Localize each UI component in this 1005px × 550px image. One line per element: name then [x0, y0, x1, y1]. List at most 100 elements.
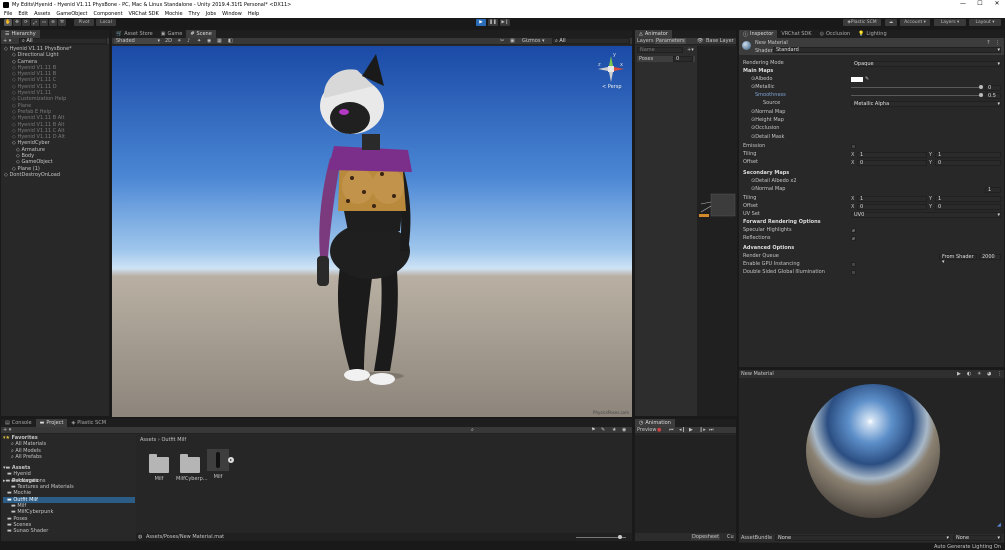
hand-tool-button[interactable]: ✋	[4, 19, 12, 26]
menu-window[interactable]: Window	[222, 11, 242, 17]
minimize-button[interactable]: —	[955, 0, 971, 10]
offset2-x-field[interactable]: 0	[857, 204, 927, 210]
detail-mask-label[interactable]: ⊙Detail Mask	[751, 134, 784, 141]
parameters-tab[interactable]: Parameters	[655, 38, 686, 44]
prev-key-icon[interactable]: ◂❙	[679, 427, 686, 433]
add-parameter-button[interactable]: +▾	[687, 47, 694, 53]
normal-map-label[interactable]: ⊙Normal Map	[751, 109, 785, 116]
offset2-y-field[interactable]: 0	[935, 204, 1001, 210]
tiling2-y-field[interactable]: 1	[935, 196, 1001, 202]
height-map-label[interactable]: ⊙Height Map	[751, 117, 784, 124]
menu-jobs[interactable]: Jobs	[206, 11, 216, 17]
albedo-color-swatch[interactable]	[851, 77, 863, 82]
plastic-scm-button[interactable]: ◈ Plastic SCM	[843, 19, 881, 26]
audio-toggle-icon[interactable]: ♪	[187, 38, 190, 44]
anim-play-icon[interactable]: ▶	[689, 427, 693, 433]
gizmos-dropdown[interactable]: Gizmos ▾	[522, 38, 545, 44]
record-button-icon[interactable]: ●	[657, 427, 661, 433]
breadcrumb-outfit-milf[interactable]: Outfit Milf	[161, 437, 186, 443]
smoothness-value[interactable]: 0.5	[985, 93, 1001, 99]
preview-shape-icon[interactable]: ☀	[977, 371, 981, 377]
layout-dropdown[interactable]: Layout ▾	[969, 19, 1001, 26]
gpu-instancing-checkbox[interactable]	[851, 262, 856, 267]
breadcrumb-assets[interactable]: Assets	[140, 437, 156, 443]
favorite-icon[interactable]: ★	[612, 427, 616, 433]
tab-project[interactable]: ▬ Project	[35, 419, 68, 427]
2d-toggle[interactable]: 2D	[165, 38, 172, 44]
project-search-field[interactable]: ⌕	[471, 427, 474, 433]
base-layer-breadcrumb[interactable]: Base Layer	[706, 38, 734, 44]
tiling-x-field[interactable]: 1	[857, 152, 927, 158]
draw-mode-icon[interactable]: ▣	[510, 38, 515, 44]
tab-asset-store[interactable]: 🛒 Asset Store	[112, 30, 157, 38]
help-icon[interactable]: ?	[987, 40, 990, 46]
parameter-value[interactable]: 0	[673, 56, 693, 62]
occlusion-label[interactable]: ⊙Occlusion	[751, 125, 779, 132]
projection-label[interactable]: < Persp	[602, 84, 622, 90]
next-key-icon[interactable]: ❙▸	[699, 427, 706, 433]
pivot-toggle[interactable]: Pivot	[74, 19, 94, 26]
menu-gameobject[interactable]: GameObject	[56, 11, 87, 17]
shading-dropdown[interactable]: Shaded ▾	[114, 38, 160, 44]
menu-vrchat-sdk[interactable]: VRChat SDK	[129, 11, 159, 17]
animation-timeline[interactable]	[635, 435, 736, 533]
double-sided-checkbox[interactable]	[851, 270, 856, 275]
parameter-search[interactable]: Name	[637, 47, 683, 53]
settings-icon[interactable]: ⋮	[995, 40, 1000, 46]
create-dropdown[interactable]: + ▾	[3, 38, 11, 44]
tab-animator[interactable]: ◬ Animator	[635, 30, 672, 38]
preview-resize-icon[interactable]: ◢	[997, 522, 1001, 528]
tools-icon[interactable]: ✂	[500, 38, 504, 44]
prefab-expand-icon[interactable]: ▸	[228, 457, 234, 463]
tab-inspector[interactable]: ⓘ Inspector	[739, 30, 778, 38]
metallic-slider-thumb[interactable]	[979, 85, 983, 89]
preview-menu-icon[interactable]: ⋮	[997, 371, 1002, 377]
metallic-value[interactable]: 0	[985, 85, 1001, 91]
offset-x-field[interactable]: 0	[857, 160, 927, 166]
preview-sphere-icon[interactable]: ◕	[987, 371, 991, 377]
transform-tool-button[interactable]: ⊕	[49, 19, 57, 26]
local-toggle[interactable]: Local	[96, 19, 116, 26]
cloud-icon[interactable]: ☁	[885, 19, 897, 26]
reflections-checkbox[interactable]: ✓	[851, 236, 856, 241]
icon-size-slider-thumb[interactable]	[618, 535, 622, 539]
dopesheet-tab[interactable]: Dopesheet	[691, 534, 721, 540]
tab-animation[interactable]: ◷ Animation	[635, 419, 675, 427]
project-folder-item[interactable]: ▬ Sunao Shader	[3, 528, 135, 534]
tiling-y-field[interactable]: 1	[935, 152, 1001, 158]
asset-item-milf-prefab[interactable]: Milf	[206, 449, 230, 480]
layers-dropdown[interactable]: Layers ▾	[934, 19, 966, 26]
tab-console[interactable]: ▤ Console	[1, 419, 36, 427]
eyedropper-icon[interactable]: ✎	[865, 76, 869, 82]
preview-toggle[interactable]: Preview	[637, 427, 656, 433]
assetbundle-variant-dropdown[interactable]: None ▾	[953, 535, 1001, 541]
move-tool-button[interactable]: ✥	[13, 19, 21, 26]
camera-settings-icon[interactable]: ◧	[228, 38, 233, 44]
smoothness-slider[interactable]	[851, 95, 981, 96]
filter-by-type-icon[interactable]: ⚑	[591, 427, 595, 433]
scale-tool-button[interactable]: ⤢	[31, 19, 39, 26]
hierarchy-item[interactable]: ◇ DontDestroyOnLoad	[4, 172, 110, 178]
filter-by-label-icon[interactable]: ✎	[601, 427, 605, 433]
render-queue-value[interactable]: 2000	[979, 254, 1001, 260]
menu-edit[interactable]: Edit	[18, 11, 28, 17]
menu-component[interactable]: Component	[94, 11, 123, 17]
source-dropdown[interactable]: Metallic Alpha ▾	[851, 101, 1001, 107]
layers-tab[interactable]: Layers	[637, 38, 654, 44]
project-create-dropdown[interactable]: + ▾	[3, 427, 11, 433]
menu-thry[interactable]: Thry	[189, 11, 200, 17]
metallic-label[interactable]: ⊙Metallic	[751, 84, 775, 91]
assetbundle-dropdown[interactable]: None ▾	[775, 535, 950, 541]
rect-tool-button[interactable]: ▭	[40, 19, 48, 26]
smoothness-slider-thumb[interactable]	[979, 93, 983, 97]
first-key-icon[interactable]: ⏮	[669, 427, 674, 433]
custom-tool-button[interactable]: ⚒	[58, 19, 66, 26]
asset-item-milfcyberpunk-folder[interactable]: MilfCyberp...	[176, 453, 208, 482]
hidden-toggle-icon[interactable]: ◉	[207, 38, 211, 44]
auto-lighting-status[interactable]: Auto Generate Lighting On	[934, 544, 1001, 550]
pause-button[interactable]: ❚❚	[488, 19, 498, 26]
rendering-mode-dropdown[interactable]: Opaque ▾	[851, 61, 1001, 67]
orientation-gizmo[interactable]: x y z	[596, 52, 626, 84]
close-button[interactable]: ✕	[989, 0, 1005, 10]
step-button[interactable]: ▶❙	[500, 19, 510, 26]
